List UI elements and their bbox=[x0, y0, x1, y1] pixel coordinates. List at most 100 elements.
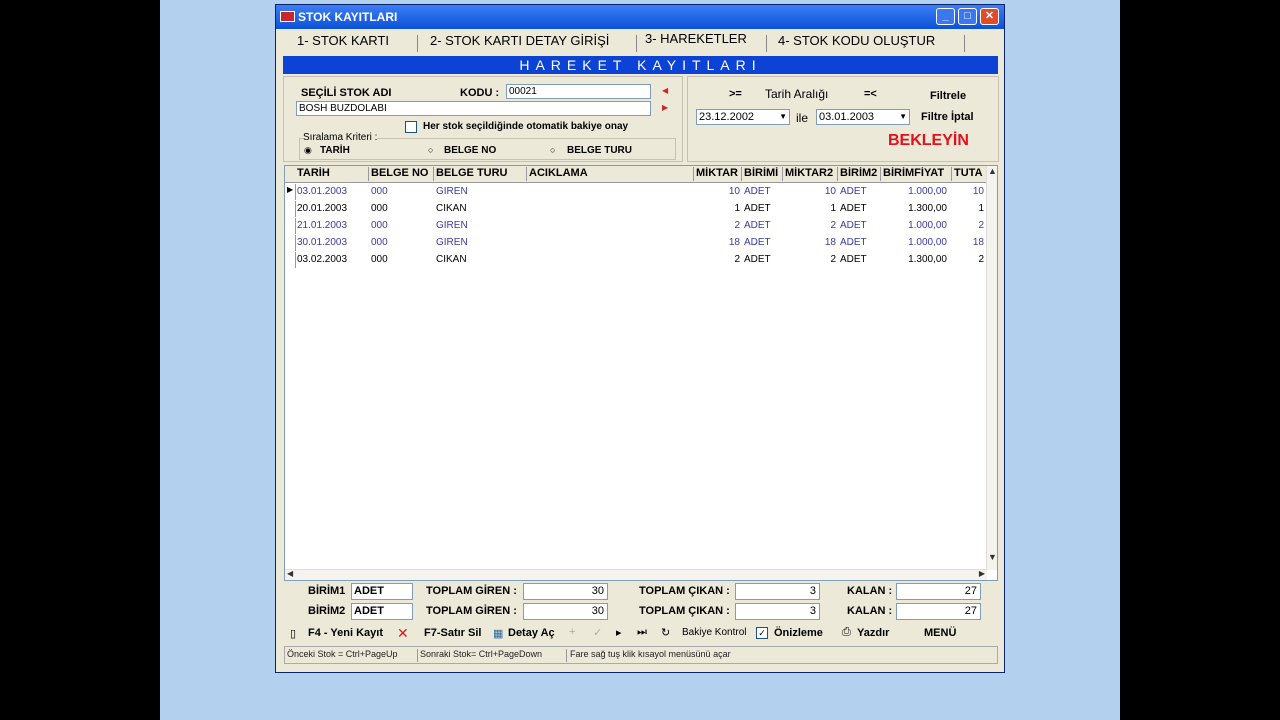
preview-checkbox[interactable]: ✓ bbox=[756, 627, 768, 639]
cell-belge-turu: CIKAN bbox=[436, 203, 467, 214]
table-row[interactable]: 20.01.2003 000 CIKAN 1 ADET 1 ADET 1.300… bbox=[285, 201, 987, 218]
date-filter-panel: >= Tarih Aralığı =< 23.12.2002 ▼ ile 03.… bbox=[687, 76, 999, 162]
insert-icon[interactable]: + bbox=[569, 626, 575, 638]
cell-belge-no: 000 bbox=[371, 220, 388, 231]
status-divider bbox=[417, 649, 418, 662]
stock-name-field[interactable]: BOSH BUZDOLABI bbox=[296, 101, 651, 116]
cell-miktar: 2 bbox=[734, 254, 740, 265]
cell-birim2: ADET bbox=[840, 237, 867, 248]
table-row[interactable]: ▶ 03.01.2003 000 GİREN 10 ADET 10 ADET 1… bbox=[285, 184, 987, 201]
total-in-field[interactable]: 30 bbox=[523, 603, 608, 620]
table-row[interactable]: 30.01.2003 000 GİREN 18 ADET 18 ADET 1.0… bbox=[285, 235, 987, 252]
col-miktar[interactable]: MİKTAR bbox=[696, 167, 742, 181]
window-title: STOK KAYITLARI bbox=[298, 10, 398, 24]
col-belge-turu[interactable]: BELGE TURU bbox=[436, 167, 527, 181]
date-from-field[interactable]: 23.12.2002 ▼ bbox=[696, 109, 790, 125]
col-birimi[interactable]: BİRİMİ bbox=[744, 167, 783, 181]
date-to-field[interactable]: 03.01.2003 ▼ bbox=[816, 109, 910, 125]
print-button[interactable]: Yazdır bbox=[857, 627, 889, 639]
menu-button[interactable]: MENÜ bbox=[924, 627, 956, 639]
new-record-button[interactable]: F4 - Yeni Kayıt bbox=[308, 627, 383, 639]
col-belge-no[interactable]: BELGE NO bbox=[371, 167, 434, 181]
prev-stock-icon[interactable]: ◀ bbox=[662, 86, 668, 95]
sort-radio-belge-turu[interactable]: ○ bbox=[550, 145, 555, 155]
check-icon[interactable]: ✓ bbox=[593, 626, 602, 639]
sort-option-belge-turu: BELGE TURU bbox=[567, 145, 632, 156]
sort-radio-tarih[interactable]: ◉ bbox=[304, 145, 312, 156]
cell-belge-turu: GİREN bbox=[436, 220, 468, 231]
col-birim2[interactable]: BİRİM2 bbox=[840, 167, 881, 181]
scroll-right-icon[interactable]: ▶ bbox=[979, 569, 985, 578]
auto-balance-label: Her stok seçildiğinde otomatik bakiye on… bbox=[423, 121, 629, 132]
cell-fiyat: 1.000,00 bbox=[908, 237, 947, 248]
col-tarih[interactable]: TARİH bbox=[297, 167, 369, 181]
next-record-icon[interactable]: ▸ bbox=[616, 626, 622, 639]
tab-stok-karti[interactable]: 1- STOK KARTI bbox=[297, 33, 389, 48]
balance-label: KALAN : bbox=[847, 605, 893, 617]
between-label: ile bbox=[796, 111, 809, 125]
delete-icon: ✕ bbox=[397, 625, 409, 641]
close-icon[interactable]: ✕ bbox=[980, 8, 999, 25]
cell-birim2: ADET bbox=[840, 203, 867, 214]
total-out-label: TOPLAM ÇIKAN : bbox=[639, 585, 730, 597]
lte-symbol: =< bbox=[864, 88, 877, 100]
birim2-field[interactable]: ADET bbox=[351, 603, 413, 620]
status-next-stock: Sonraki Stok= Ctrl+PageDown bbox=[420, 649, 543, 659]
sort-radio-belge-no[interactable]: ○ bbox=[428, 145, 433, 155]
balance-check-button[interactable]: Bakiye Kontrol bbox=[682, 627, 746, 638]
col-aciklama[interactable]: ACIKLAMA bbox=[529, 167, 694, 181]
chevron-down-icon[interactable]: ▼ bbox=[779, 110, 787, 124]
scroll-down-icon[interactable]: ▼ bbox=[988, 552, 997, 562]
chevron-down-icon[interactable]: ▼ bbox=[899, 110, 907, 124]
col-birimfiyat[interactable]: BİRİMFİYAT bbox=[883, 167, 952, 181]
stock-records-window: STOK KAYITLARI _ □ ✕ 1- STOK KARTI 2- ST… bbox=[275, 4, 1005, 673]
total-in-field[interactable]: 30 bbox=[523, 583, 608, 600]
date-range-label: Tarih Aralığı bbox=[765, 87, 829, 101]
cell-belge-turu: GİREN bbox=[436, 237, 468, 248]
auto-balance-checkbox[interactable] bbox=[405, 121, 417, 133]
minimize-icon[interactable]: _ bbox=[936, 8, 955, 25]
row-indicator: ▶ bbox=[287, 184, 296, 200]
scroll-left-icon[interactable]: ◀ bbox=[287, 569, 293, 578]
filter-button[interactable]: Filtrele bbox=[930, 90, 966, 102]
grid-header: TARİH BELGE NO BELGE TURU ACIKLAMA MİKTA… bbox=[285, 166, 987, 183]
preview-label: Önizleme bbox=[774, 627, 823, 639]
detail-open-button[interactable]: Detay Aç bbox=[508, 627, 555, 639]
scroll-up-icon[interactable]: ▲ bbox=[988, 166, 997, 176]
balance-field[interactable]: 27 bbox=[896, 603, 981, 620]
movements-grid[interactable]: TARİH BELGE NO BELGE TURU ACIKLAMA MİKTA… bbox=[284, 165, 998, 581]
stock-name-label: SEÇİLİ STOK ADI bbox=[301, 87, 392, 99]
cell-tutar: 18 bbox=[972, 237, 984, 248]
cell-tarih: 21.01.2003 bbox=[297, 220, 348, 231]
action-toolbar: ▯ F4 - Yeni Kayıt ✕ F7-Satır Sil ▦ Detay… bbox=[284, 624, 998, 644]
next-stock-icon[interactable]: ▶ bbox=[662, 103, 668, 112]
cell-miktar2: 2 bbox=[830, 220, 836, 231]
tab-hareketler[interactable]: 3- HAREKETLER bbox=[645, 31, 747, 46]
last-record-icon[interactable]: ⏭ bbox=[637, 626, 647, 639]
delete-row-button[interactable]: F7-Satır Sil bbox=[424, 627, 481, 639]
tab-stok-karti-detay[interactable]: 2- STOK KARTI DETAY GİRİŞİ bbox=[430, 33, 609, 48]
total-out-field[interactable]: 3 bbox=[735, 603, 820, 620]
cell-belge-no: 000 bbox=[371, 254, 388, 265]
vertical-scrollbar[interactable]: ▲ ▼ bbox=[986, 166, 997, 570]
col-miktar2[interactable]: MİKTAR2 bbox=[785, 167, 838, 181]
maximize-icon[interactable]: □ bbox=[958, 8, 977, 25]
stock-code-field[interactable]: 00021 bbox=[506, 84, 651, 99]
table-row[interactable]: 21.01.2003 000 GİREN 2 ADET 2 ADET 1.000… bbox=[285, 218, 987, 235]
col-tutar[interactable]: TUTA bbox=[954, 167, 984, 181]
refresh-icon[interactable]: ↻ bbox=[661, 626, 670, 639]
cell-tutar: 2 bbox=[978, 254, 984, 265]
stock-info-panel: SEÇİLİ STOK ADI KODU : 00021 ◀ ▶ BOSH BU… bbox=[283, 76, 683, 162]
tab-divider bbox=[766, 35, 767, 52]
sort-option-tarih: TARİH bbox=[320, 145, 350, 156]
wait-status: BEKLEYİN bbox=[888, 132, 969, 149]
horizontal-scrollbar[interactable]: ◀ ▶ bbox=[285, 569, 987, 580]
filter-cancel-button[interactable]: Filtre İptal bbox=[921, 111, 974, 123]
new-record-icon: ▯ bbox=[290, 628, 297, 640]
total-out-field[interactable]: 3 bbox=[735, 583, 820, 600]
title-bar[interactable]: STOK KAYITLARI _ □ ✕ bbox=[276, 5, 1004, 29]
table-row[interactable]: 03.02.2003 000 CIKAN 2 ADET 2 ADET 1.300… bbox=[285, 252, 987, 269]
birim1-field[interactable]: ADET bbox=[351, 583, 413, 600]
tab-stok-kodu-olustur[interactable]: 4- STOK KODU OLUŞTUR bbox=[778, 33, 935, 48]
balance-field[interactable]: 27 bbox=[896, 583, 981, 600]
